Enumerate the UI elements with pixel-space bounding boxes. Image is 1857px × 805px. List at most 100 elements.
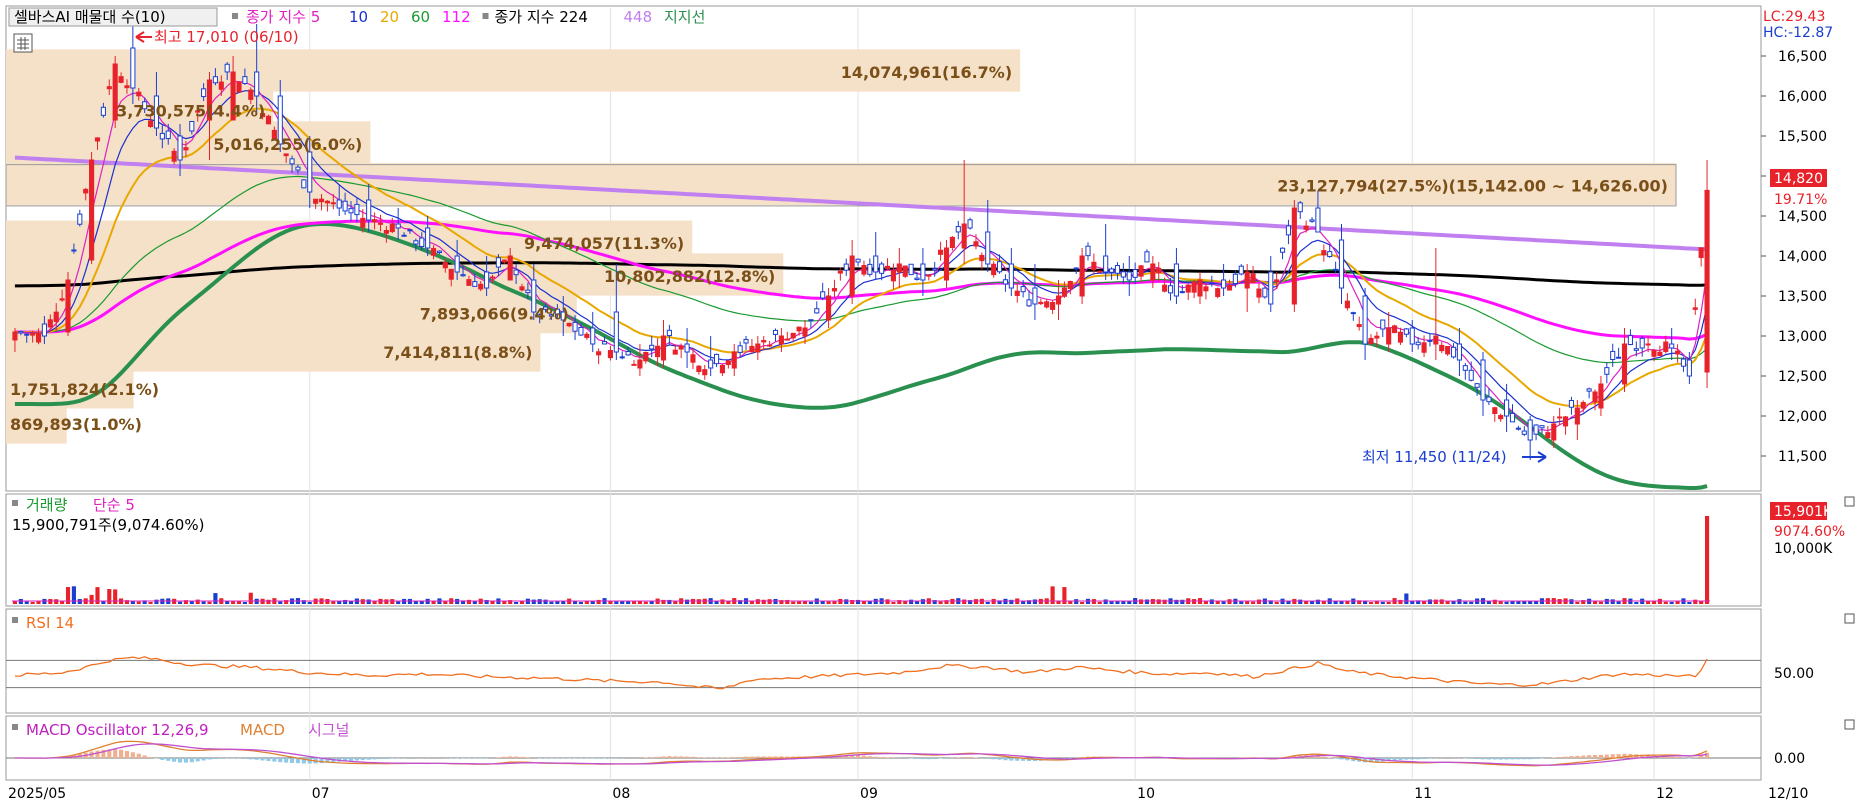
volume-profile-label: 9,474,057(11.3%) <box>524 234 684 253</box>
macd-osc-bar <box>1557 757 1562 758</box>
candle-body <box>1132 269 1138 278</box>
candle-body <box>248 89 254 100</box>
volume-bar <box>1675 601 1680 604</box>
volume-bar <box>390 599 395 604</box>
volume-bar <box>366 599 371 604</box>
volume-bar <box>236 601 242 604</box>
candle-body <box>837 270 843 274</box>
legend-item: 448 <box>624 8 653 26</box>
volume-bar <box>1598 601 1603 604</box>
candle-body <box>1085 245 1091 257</box>
candle-body <box>1403 328 1409 335</box>
candle-body <box>1327 251 1333 258</box>
candle-body <box>1274 279 1280 283</box>
candle-body <box>1291 207 1297 305</box>
candle-body <box>94 137 101 142</box>
candle-body <box>35 332 42 343</box>
candle-body <box>761 340 767 343</box>
macd-osc-bar <box>732 757 737 758</box>
candle-body <box>348 208 354 214</box>
macd-osc-bar <box>207 758 212 760</box>
volume-bar <box>213 593 218 604</box>
candle-body <box>843 263 849 271</box>
candle-body <box>985 231 991 265</box>
volume-bar <box>331 601 336 604</box>
candle-body <box>18 331 24 334</box>
calc-icon[interactable] <box>13 33 33 53</box>
volume-close-icon[interactable] <box>1844 496 1855 507</box>
candle-body <box>1114 265 1121 274</box>
candle-body <box>124 85 130 89</box>
macd-osc-bar <box>378 758 383 760</box>
volume-bar <box>832 601 837 604</box>
candle-body <box>147 120 154 127</box>
volume-bar <box>1256 599 1262 604</box>
candle-body <box>684 343 690 353</box>
volume-bar <box>1180 599 1185 604</box>
volume-bar <box>1068 601 1073 604</box>
macd-osc-bar <box>183 758 188 763</box>
candle-body <box>938 249 944 255</box>
candle-body <box>472 281 478 287</box>
candle-body <box>1680 358 1687 367</box>
candle-body <box>1586 388 1592 392</box>
macd-osc-bar <box>867 756 872 758</box>
volume-bar <box>189 601 194 604</box>
candle-body <box>1651 349 1657 357</box>
candle-body <box>1692 307 1698 310</box>
candle-body <box>212 76 218 84</box>
candle-body <box>495 257 501 268</box>
candle-body <box>590 327 596 345</box>
candle-body <box>932 268 938 271</box>
candle-body <box>1663 341 1669 352</box>
candle-body <box>83 188 89 194</box>
macd-osc-bar <box>578 758 584 759</box>
macd-osc-bar <box>242 758 247 759</box>
macd-osc-bar <box>679 756 684 758</box>
volume-bar <box>867 601 872 604</box>
price-tick-label: 14,000 <box>1778 249 1827 265</box>
macd-osc-bar <box>160 758 165 760</box>
date-tick-label: 2025/05 <box>8 786 66 802</box>
volume-current-pct: 9074.60% <box>1774 524 1845 540</box>
candle-body <box>914 277 920 280</box>
macd-osc-bar <box>119 749 124 758</box>
candle-body <box>507 255 513 281</box>
macd-osc-bar <box>172 758 177 762</box>
candle-body <box>1221 279 1227 289</box>
volume-bar <box>1569 599 1574 604</box>
volume-current-value: 15,901K <box>1774 504 1833 520</box>
volume-bar <box>396 601 401 604</box>
volume-bar <box>1251 601 1256 604</box>
macd-osc-bar <box>148 757 153 758</box>
volume-profile-label: 1,751,824(2.1%) <box>10 380 159 399</box>
candle-body <box>354 203 360 216</box>
candle-body <box>725 360 731 366</box>
candle-body <box>1675 350 1681 355</box>
rsi-close-icon[interactable] <box>1844 613 1855 624</box>
candle-body <box>484 271 490 289</box>
volume-profile-label: 5,016,255(6.0%) <box>213 135 362 154</box>
macd-osc-bar <box>195 758 200 762</box>
candle-body <box>943 247 950 281</box>
candle-body <box>1580 402 1586 409</box>
macd-osc-bar <box>95 750 100 758</box>
volume-bar <box>1009 599 1014 604</box>
candle-body <box>778 335 784 345</box>
volume-bar <box>791 601 796 604</box>
candle-body <box>979 254 985 262</box>
candle-body <box>996 261 1003 273</box>
volume-bar <box>1445 601 1450 604</box>
candle-body <box>318 198 325 203</box>
volume-bar <box>242 601 247 604</box>
volume-bar <box>1516 601 1521 604</box>
legend-marker-icon <box>482 13 489 19</box>
candle-body <box>1338 239 1345 289</box>
macd-osc-bar <box>1610 754 1615 758</box>
candle-body <box>407 229 413 232</box>
candle-body <box>1232 273 1238 284</box>
volume-bar <box>720 599 725 604</box>
candle-body <box>566 322 572 327</box>
macd-close-icon[interactable] <box>1844 719 1855 730</box>
macd-osc-bar <box>661 756 666 758</box>
